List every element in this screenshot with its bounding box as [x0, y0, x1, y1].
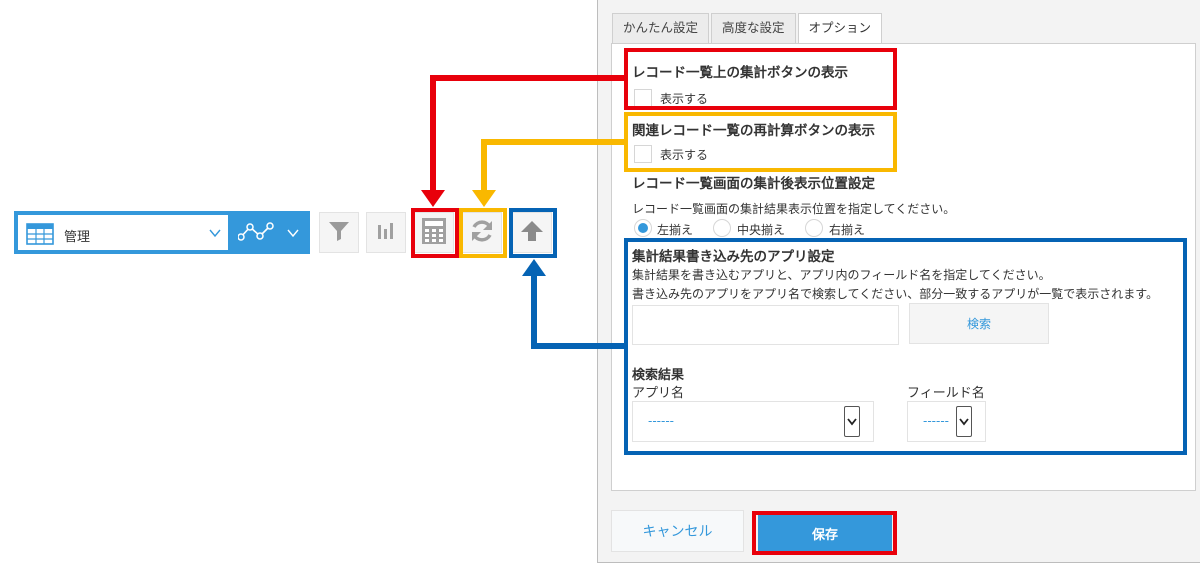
- connector-arrows: [421, 75, 626, 349]
- red-arrowhead: [421, 190, 445, 207]
- yellow-connector: [481, 139, 626, 192]
- yellow-arrowhead: [472, 190, 496, 207]
- blue-arrowhead: [522, 259, 546, 276]
- red-connector: [430, 75, 626, 192]
- blue-connector: [531, 274, 626, 349]
